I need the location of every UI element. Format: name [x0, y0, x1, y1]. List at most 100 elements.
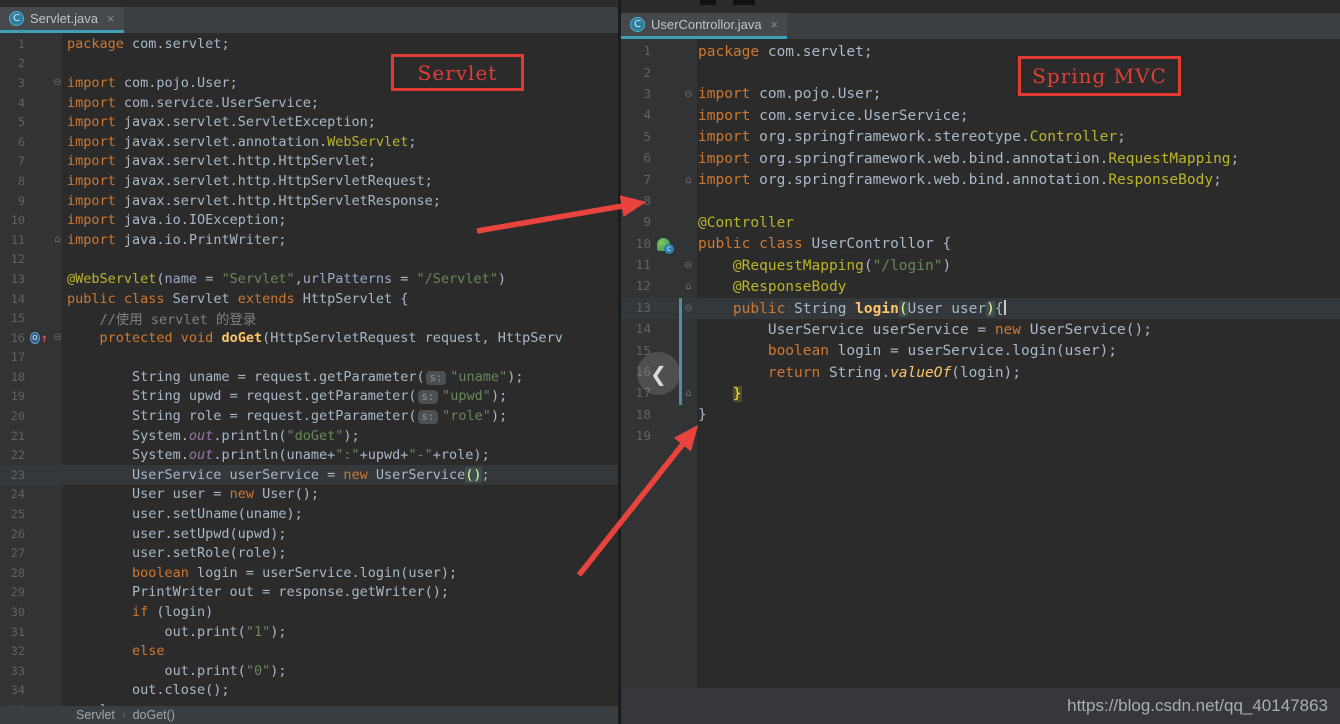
code-text: public class UserControllor { — [695, 236, 1340, 252]
change-marker-bar — [48, 387, 51, 407]
token: () — [465, 466, 482, 483]
change-marker-bar — [48, 465, 51, 485]
token: com.servlet; — [759, 43, 873, 60]
token: ; — [408, 133, 417, 150]
code-text: if (login) — [64, 604, 618, 620]
tab-servlet-java[interactable]: C Servlet.java × — [0, 7, 124, 33]
java-class-icon: C — [9, 11, 24, 26]
token: HttpServlet { — [294, 290, 409, 307]
change-marker-bar — [48, 308, 51, 328]
code-line: 4 import com.service.UserService; — [621, 105, 1340, 126]
tab-close-icon[interactable]: × — [771, 17, 779, 32]
fold-open-icon[interactable]: ⊖ — [682, 303, 695, 314]
image-nav-prev-button[interactable]: ❮ — [637, 352, 680, 395]
code-text: import com.pojo.User; — [64, 75, 618, 91]
change-marker-bar — [48, 641, 51, 661]
line-number: 5 — [17, 115, 25, 130]
token: .println( — [213, 427, 287, 444]
token: out.print( — [67, 662, 246, 679]
token: = request.getParameter( — [229, 368, 425, 385]
token: new — [229, 486, 254, 503]
fold-open-icon[interactable]: ⊖ — [682, 260, 695, 271]
line-number: 13 — [10, 271, 25, 286]
code-line: 8 import javax.servlet.http.HttpServletRe… — [0, 171, 618, 191]
tab-title: Servlet.java — [30, 11, 98, 26]
cropped-text-fragment — [733, 0, 755, 5]
token: import — [698, 172, 751, 189]
right-code-editor[interactable]: 1 package com.servlet; 2 3 ⊖ import com.pojo.… — [621, 39, 1340, 724]
token: doGet — [221, 329, 263, 346]
token: ) — [497, 270, 506, 287]
change-marker-bar — [679, 191, 682, 212]
fold-open-icon[interactable]: ⊖ — [51, 77, 64, 88]
code-line: 27 user.setRole(role); — [0, 543, 618, 563]
left-code-editor[interactable]: 1 package com.servlet; 2 3 ⊖ import com.pojo.… — [0, 33, 618, 724]
token: out.close(); — [67, 682, 230, 699]
change-marker-bar — [679, 426, 682, 447]
fold-closed-icon[interactable]: ⌂ — [682, 175, 695, 186]
breadcrumb-class[interactable]: Servlet — [76, 708, 115, 722]
fold-closed-icon[interactable]: ⌂ — [682, 388, 695, 399]
code-line: 31 out.print("1"); — [0, 622, 618, 642]
spring-mvc-annotation-label: Spring MVC — [1032, 64, 1167, 88]
token: import — [67, 153, 116, 170]
override-method-icon[interactable]: o — [30, 331, 40, 344]
code-line: 8 — [621, 191, 1340, 212]
code-line: 24 User user = new User(); — [0, 485, 618, 505]
token: ) — [986, 300, 995, 317]
line-number: 19 — [10, 389, 25, 404]
tab-close-icon[interactable]: × — [107, 11, 115, 26]
spring-bean-icon[interactable] — [657, 237, 674, 254]
token: @Controller — [698, 214, 795, 231]
token: import — [67, 74, 116, 91]
change-marker-bar — [48, 426, 51, 446]
line-number: 12 — [635, 279, 651, 295]
line-number: 11 — [635, 258, 651, 274]
line-number: 3 — [643, 86, 651, 102]
code-line: 6 import javax.servlet.annotation.WebServ… — [0, 132, 618, 152]
line-number: 32 — [10, 644, 25, 659]
token: } — [698, 407, 707, 424]
token: javax.servlet.http.HttpServlet; — [115, 153, 376, 170]
code-text: import java.io.IOException; — [64, 212, 618, 228]
token: package — [698, 43, 760, 60]
code-line: 17 ⌂ } — [621, 383, 1340, 405]
line-number: 4 — [17, 95, 25, 110]
code-text: boolean login = userService.login(user); — [695, 343, 1340, 359]
line-number: 2 — [643, 65, 651, 81]
token: UserService userService = — [67, 466, 344, 483]
code-line: 3 ⊖ import com.pojo.User; — [621, 84, 1340, 105]
code-text: System.out.println(uname+":"+upwd+"-"+ro… — [64, 447, 618, 463]
code-line: 6 import org.springframework.web.bind.ann… — [621, 148, 1340, 169]
override-arrow-icon[interactable]: ↑ — [41, 332, 48, 344]
token: "Servlet" — [221, 270, 295, 287]
fold-closed-icon[interactable]: ⌂ — [682, 281, 695, 292]
fold-closed-icon[interactable]: ⌂ — [51, 234, 64, 245]
token: out.print( — [67, 623, 246, 640]
change-marker-bar — [48, 93, 51, 113]
fold-open-icon[interactable]: ⊖ — [51, 332, 64, 343]
code-text: System.out.println("doGet"); — [64, 428, 618, 444]
line-number: 23 — [10, 467, 25, 482]
line-number: 24 — [10, 487, 25, 502]
token: upwd — [188, 388, 222, 405]
change-marker-bar — [48, 54, 51, 74]
change-marker-bar — [48, 543, 51, 563]
breadcrumb-method[interactable]: doGet() — [133, 708, 175, 722]
tab-usercontrollor-java[interactable]: C UserControllor.java × — [621, 13, 788, 39]
code-text: User user = new User(); — [64, 486, 618, 502]
change-marker-bar — [679, 319, 682, 341]
token: "/Servlet" — [416, 270, 498, 287]
line-number: 17 — [10, 350, 25, 365]
token: protected void — [99, 329, 214, 346]
token: javax.servlet.ServletException; — [115, 114, 376, 131]
change-marker-bar — [48, 681, 51, 701]
spring-mvc-annotation-box: Spring MVC — [1018, 56, 1181, 96]
code-line: 16 return String.valueOf(login); — [621, 361, 1340, 384]
change-marker-bar — [48, 406, 51, 426]
line-number: 22 — [10, 448, 25, 463]
fold-open-icon[interactable]: ⊖ — [682, 89, 695, 100]
token: +upwd+ — [359, 447, 409, 464]
code-text: out.close(); — [64, 682, 618, 698]
token: boolean — [67, 564, 189, 581]
